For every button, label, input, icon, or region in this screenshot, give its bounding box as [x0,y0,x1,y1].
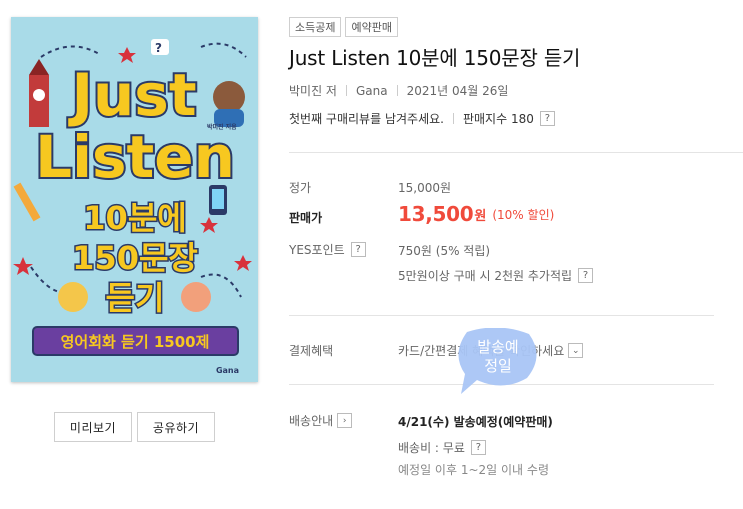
cover-art: ? Just Listen 박미진 지음 10분에 150문장 듣기 영어회화 … [13,39,252,375]
cover-subtitle-line3: 듣기 [106,279,165,317]
shipping-date: 4/21(수) 발송예정(예약판매) [398,415,553,429]
cover-title-line1: Just [67,61,196,129]
shipping-fee-row: 배송비 : 무료 ? [398,439,486,456]
shipping-fee: 배송비 : 무료 [398,441,465,455]
divider [289,315,714,316]
sale-price-label: 판매가 [289,211,323,225]
question-icon[interactable]: ? [578,268,594,283]
chevron-right-icon[interactable]: › [337,413,353,428]
preview-button[interactable]: 미리보기 [54,412,132,442]
annotation-bubble-text: 발송예 정일 [462,338,534,376]
author-link[interactable]: 박미진 저 [289,82,337,99]
share-button[interactable]: 공유하기 [137,412,215,442]
publisher-link[interactable]: Gana [356,84,388,98]
sales-index: 판매지수 180 [462,112,534,126]
shipping-label-row: 배송안내 › [289,412,353,429]
product-meta: 박미진 저 Gana 2021년 04월 26일 [289,82,508,99]
sale-price-row: 13,500 원 (10% 할인) [398,202,554,226]
product-title: Just Listen 10분에 150문장 듣기 [289,46,581,70]
bubble-line2: 정일 [484,357,512,375]
divider [289,152,743,153]
points-label-row: YES포인트 ? [289,241,366,258]
divider [452,113,454,124]
shipping-note: 예정일 이후 1~2일 이내 수령 [398,463,549,477]
question-icon[interactable]: ? [470,440,486,455]
cover-author: 박미진 지음 [207,123,237,131]
bonus-points-row: 5만원이상 구매 시 2천원 추가적립 ? [398,267,594,284]
preview-button-label: 미리보기 [69,420,117,435]
publish-date: 2021년 04월 26일 [406,84,509,98]
list-price-label: 정가 [289,181,312,195]
question-icon[interactable]: ? [539,111,555,126]
cover-publisher: Gana [216,366,239,375]
sale-price-unit: 원 [474,208,487,224]
divider [396,85,398,96]
chevron-down-icon[interactable]: ⌄ [568,343,584,358]
cover-subtitle-line2: 150문장 [72,239,198,277]
benefit-label: 결제혜택 [289,344,334,358]
cover-title-line2: Listen [35,123,235,191]
review-row: 첫번째 구매리뷰를 남겨주세요. 판매지수 180 ? [289,110,555,127]
sale-price-value: 13,500 [398,202,474,226]
bubble-line1: 발송예 [477,338,519,356]
tag-income-deduction: 소득공제 [289,17,342,37]
shipping-label: 배송안내 [289,414,334,428]
cover-banner: 영어회화 듣기 1500제 [61,333,210,351]
svg-text:?: ? [155,41,162,55]
review-link[interactable]: 첫번째 구매리뷰를 남겨주세요. [289,110,444,127]
list-price-value: 15,000원 [398,181,452,195]
book-cover[interactable]: ? Just Listen 박미진 지음 10분에 150문장 듣기 영어회화 … [11,17,258,382]
share-button-label: 공유하기 [152,420,200,435]
divider [345,85,347,96]
discount-rate: (10% 할인) [492,207,555,222]
points-label: YES포인트 [289,243,345,257]
points-value: 750원 (5% 적립) [398,244,491,258]
bonus-points-text: 5만원이상 구매 시 2천원 추가적립 [398,269,573,283]
tag-preorder: 예약판매 [345,17,398,37]
question-icon[interactable]: ? [350,242,366,257]
tag-list: 소득공제 예약판매 [289,17,398,37]
cover-subtitle-line1: 10분에 [83,199,186,237]
